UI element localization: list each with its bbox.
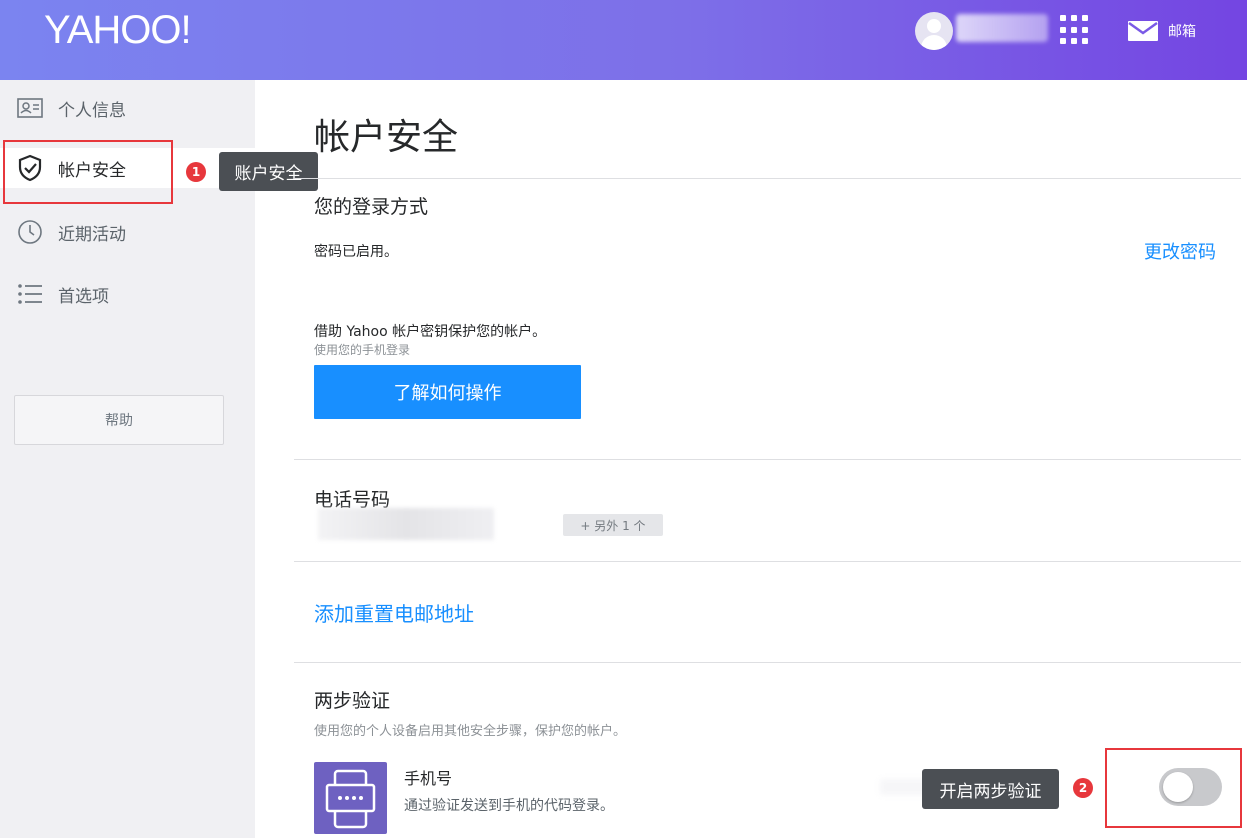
- sidebar-item-preferences[interactable]: 首选项: [0, 274, 255, 314]
- divider: [294, 459, 1241, 460]
- account-key-subtext: 使用您的手机登录: [314, 343, 411, 357]
- phone-method-title: 手机号: [404, 769, 453, 788]
- sidebar-item-personal-info[interactable]: 个人信息: [0, 88, 255, 128]
- two-step-description: 使用您的个人设备启用其他安全步骤，保护您的帐户。: [314, 724, 627, 739]
- avatar-body: [921, 35, 947, 50]
- page-title: 帐户安全: [314, 117, 459, 158]
- two-step-phone-row: [294, 748, 1241, 838]
- username-redacted[interactable]: [956, 14, 1048, 42]
- yahoo-logo[interactable]: YAHOO!: [44, 8, 192, 53]
- apps-grid-icon[interactable]: [1060, 15, 1090, 45]
- two-step-toggle[interactable]: [1159, 768, 1222, 806]
- more-phones-badge[interactable]: + 另外 1 个: [563, 514, 663, 536]
- mail-label: 邮箱: [1168, 24, 1196, 40]
- divider: [294, 561, 1241, 562]
- phone-device-icon: [325, 769, 376, 829]
- password-status: 密码已启用。: [314, 244, 398, 260]
- divider: [294, 662, 1241, 663]
- sidebar-item-label: 个人信息: [58, 100, 126, 121]
- mail-icon: [1128, 21, 1158, 41]
- help-button[interactable]: 帮助: [14, 395, 224, 445]
- user-avatar[interactable]: [915, 12, 953, 50]
- sidebar-item-label: 近期活动: [58, 224, 126, 245]
- annotation-tooltip-two-step: 开启两步验证: [922, 769, 1059, 809]
- learn-how-button[interactable]: 了解如何操作: [314, 365, 581, 419]
- sidebar-item-recent-activity[interactable]: 近期活动: [0, 212, 255, 252]
- annotation-badge-1: 1: [186, 162, 206, 182]
- top-header: YAHOO! 邮箱: [0, 0, 1247, 80]
- login-method-title: 您的登录方式: [314, 196, 429, 218]
- annotation-tooltip-security: 账户安全: [219, 152, 318, 191]
- avatar-head: [927, 19, 941, 33]
- sidebar-item-label: 首选项: [58, 286, 109, 307]
- phone-number-redacted: [318, 508, 494, 540]
- account-key-text: 借助 Yahoo 帐户密钥保护您的帐户。: [314, 324, 547, 340]
- phone-method-tile: [314, 762, 387, 834]
- clock-icon: [16, 218, 44, 246]
- phone-method-description: 通过验证发送到手机的代码登录。: [404, 798, 614, 814]
- annotation-badge-2: 2: [1073, 778, 1093, 798]
- divider: [294, 178, 1241, 179]
- annotation-highlight-security: [3, 140, 173, 204]
- toggle-knob: [1163, 772, 1193, 802]
- id-card-icon: [16, 94, 44, 122]
- list-icon: [16, 280, 44, 308]
- change-password-link[interactable]: 更改密码: [1144, 238, 1216, 264]
- two-step-title: 两步验证: [314, 690, 391, 712]
- add-recovery-email-link[interactable]: 添加重置电邮地址: [314, 598, 474, 627]
- mail-link[interactable]: 邮箱: [1128, 20, 1196, 42]
